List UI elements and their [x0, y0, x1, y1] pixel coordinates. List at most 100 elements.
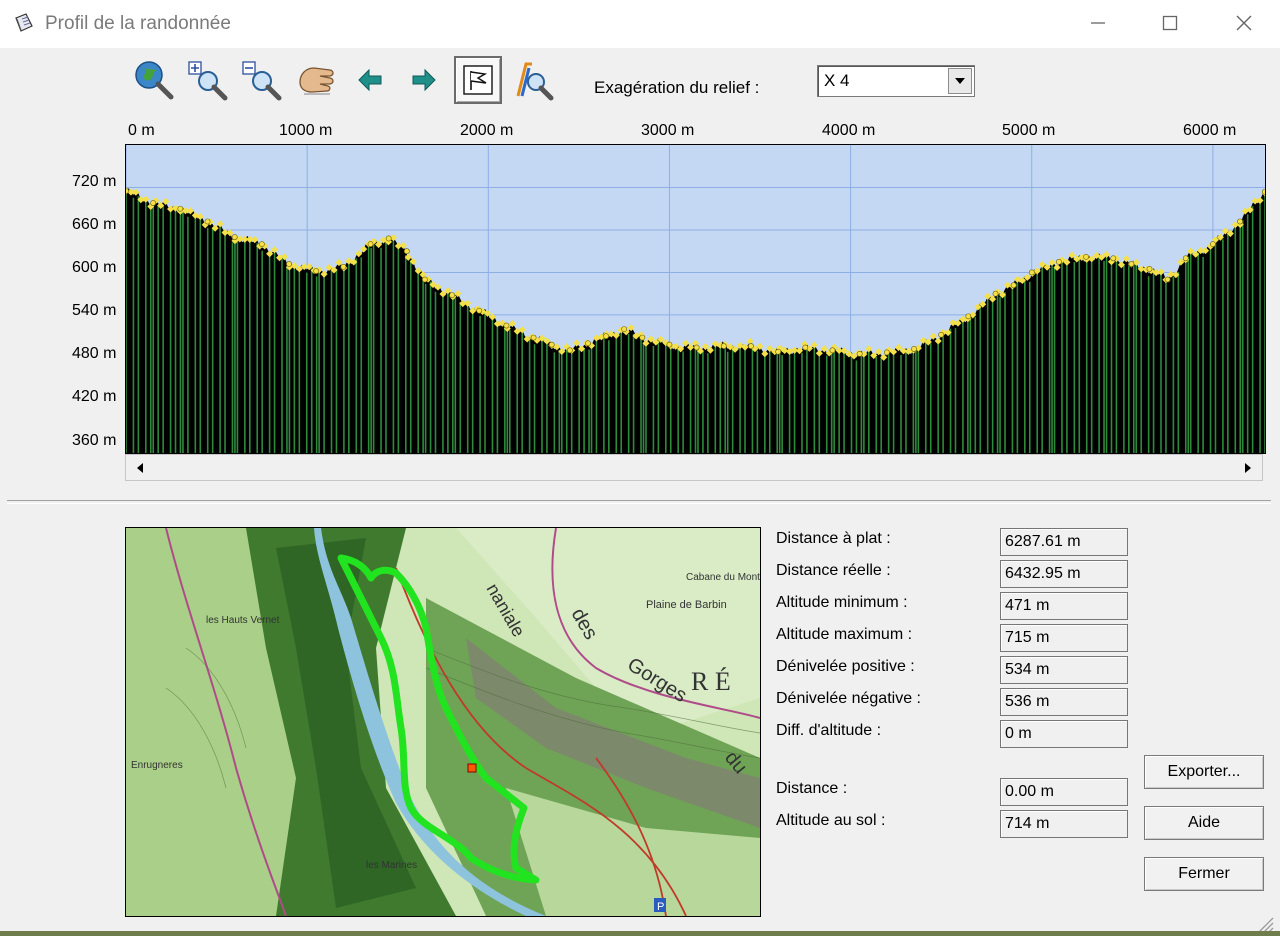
data-point	[720, 343, 727, 349]
svg-text:P: P	[657, 901, 664, 913]
data-point	[503, 322, 510, 329]
data-point	[748, 343, 754, 349]
data-point	[340, 263, 347, 270]
y-tick-label: 600 m	[72, 259, 117, 276]
stat-label: Distance à plat :	[776, 530, 891, 547]
profile-zoom-button[interactable]	[510, 56, 558, 104]
x-tick-label: 6000 m	[1183, 122, 1237, 139]
data-point	[1083, 253, 1089, 260]
stat-label: Dénivelée positive :	[776, 658, 915, 675]
exaggeration-select[interactable]: X 4	[817, 65, 975, 97]
map-label-barbin: Plaine de Barbin	[646, 599, 727, 611]
splitter[interactable]	[7, 500, 1271, 504]
map-image: naniale des Gorges R É du Plaine de Barb…	[126, 528, 760, 916]
topographic-map[interactable]: naniale des Gorges R É du Plaine de Barb…	[125, 527, 761, 917]
data-point	[639, 334, 646, 341]
arrow-left-icon	[137, 462, 143, 473]
data-point	[204, 218, 211, 225]
x-tick-label: 4000 m	[822, 122, 876, 139]
data-point	[775, 348, 782, 355]
previous-button[interactable]	[346, 56, 394, 104]
map-label-cabane: Cabane du Mont	[686, 572, 760, 583]
stat-value: 6432.95 m	[1000, 560, 1128, 588]
help-button[interactable]: Aide	[1144, 806, 1264, 840]
export-button[interactable]: Exporter...	[1144, 755, 1264, 789]
data-point	[1261, 188, 1265, 195]
y-tick-label: 540 m	[72, 302, 117, 319]
data-point	[150, 200, 157, 206]
zoom-out-icon	[242, 61, 282, 101]
map-label-marines: les Marines	[366, 860, 417, 871]
arrow-right-icon	[1245, 462, 1251, 473]
elevation-profile[interactable]	[125, 144, 1266, 454]
cursor-stat-label: Distance :	[776, 780, 848, 797]
stat-value: 536 m	[1000, 688, 1128, 716]
map-label-region: R É	[691, 667, 731, 696]
data-point	[1028, 269, 1035, 276]
data-point	[1237, 218, 1243, 225]
data-point	[258, 241, 265, 248]
zoom-out-button[interactable]	[238, 56, 286, 104]
stat-label: Distance réelle :	[776, 562, 891, 579]
zoom-in-button[interactable]	[184, 56, 232, 104]
data-point	[965, 313, 972, 320]
data-point	[286, 261, 292, 267]
globe-zoom-button[interactable]	[130, 56, 178, 104]
data-point	[126, 188, 129, 194]
data-point	[1182, 255, 1189, 262]
zoom-in-icon	[188, 61, 228, 101]
stat-value: 0 m	[1000, 720, 1128, 748]
pan-hand-icon	[299, 67, 334, 95]
stat-label: Altitude minimum :	[776, 594, 908, 611]
data-point	[992, 290, 999, 297]
close-window-button[interactable]	[1208, 0, 1280, 46]
scroll-right-button[interactable]	[1235, 456, 1261, 479]
minimize-button[interactable]	[1062, 0, 1134, 46]
scroll-left-button[interactable]	[127, 456, 153, 479]
data-point	[911, 346, 917, 352]
title-bar: Profil de la randonnée	[0, 0, 1280, 48]
data-point	[403, 248, 410, 255]
data-point	[1164, 276, 1171, 283]
profile-scrollbar[interactable]	[125, 454, 1263, 481]
arrow-right-icon	[412, 68, 436, 92]
dropdown-button[interactable]	[948, 68, 972, 94]
stat-label: Altitude maximum :	[776, 626, 913, 643]
x-tick-label: 3000 m	[641, 122, 695, 139]
elevation-chart[interactable]	[126, 145, 1265, 453]
data-point	[1146, 266, 1153, 272]
scroll-thumb[interactable]	[154, 457, 1236, 478]
data-point	[1209, 241, 1216, 248]
close-button[interactable]: Fermer	[1144, 857, 1264, 891]
next-button[interactable]	[400, 56, 448, 104]
data-point	[603, 333, 609, 340]
cursor-stat-label: Altitude au sol :	[776, 812, 886, 829]
data-point	[693, 344, 700, 351]
data-point	[530, 334, 537, 341]
maximize-button[interactable]	[1134, 0, 1206, 46]
data-point	[883, 349, 890, 356]
data-point	[666, 341, 673, 348]
cursor-stat-value: 714 m	[1000, 810, 1128, 838]
exaggeration-label: Exagération du relief :	[594, 78, 760, 97]
stat-value: 534 m	[1000, 656, 1128, 684]
stat-label: Diff. d'altitude :	[776, 722, 882, 739]
map-label-enrugneres: Enrugneres	[131, 760, 183, 771]
pan-hand-button[interactable]	[292, 56, 340, 104]
x-tick-label: 0 m	[128, 122, 155, 139]
data-point	[1010, 282, 1017, 289]
flag-mode-button[interactable]	[454, 56, 502, 104]
window-title: Profil de la randonnée	[45, 13, 231, 34]
arrow-left-icon	[358, 68, 382, 92]
data-point	[367, 241, 374, 248]
chevron-down-icon	[955, 78, 965, 84]
profile-zoom-icon	[516, 62, 554, 101]
data-point	[621, 326, 628, 332]
data-point	[385, 235, 392, 242]
position-marker	[467, 763, 477, 773]
data-point	[476, 307, 483, 314]
stat-value: 471 m	[1000, 592, 1128, 620]
cursor-stat-value: 0.00 m	[1000, 778, 1128, 806]
globe-zoom-icon	[135, 61, 174, 100]
data-point	[421, 276, 428, 283]
